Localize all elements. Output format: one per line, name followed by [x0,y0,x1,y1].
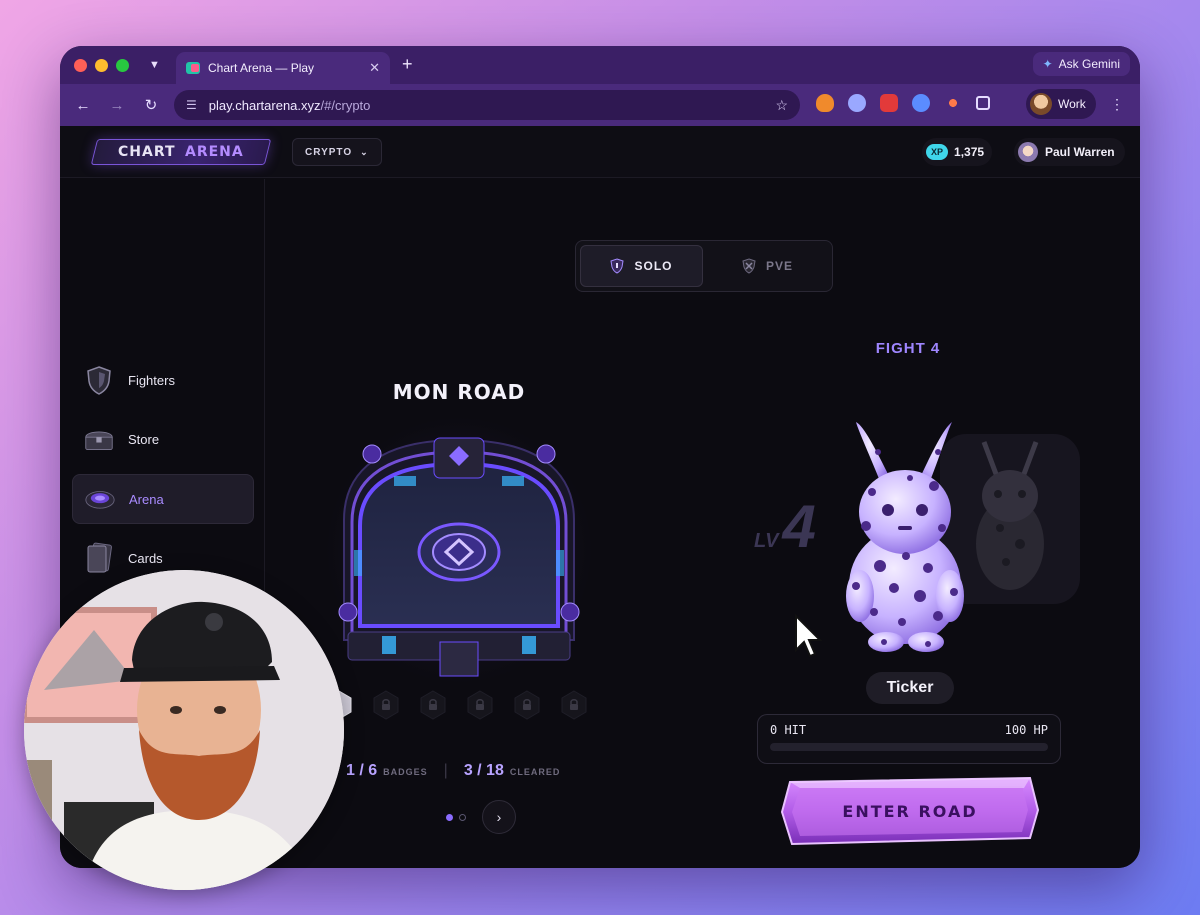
next-road-button[interactable]: › [482,800,516,834]
mode-pve-label: PVE [765,259,793,273]
close-window-button[interactable] [74,58,87,72]
chest-icon [84,424,114,454]
favicon-icon [186,62,200,74]
sidebar-item-label: Store [128,431,160,447]
enter-road-label: ENTER ROAD [842,802,977,821]
sidebar-item-fighters[interactable]: Fighters [72,355,254,405]
road-title: MON ROAD [392,380,526,404]
market-selector[interactable]: CRYPTO ⌄ [292,138,382,166]
xp-counter: XP 1,375 [922,138,993,166]
webcam-overlay [24,570,344,890]
mode-toggle: SOLO PVE [575,240,833,292]
burst-extension-icon[interactable] [944,94,962,112]
sidebar-item-label: Arena [129,491,164,507]
sidebar-item-label: Cards [128,550,163,566]
reload-icon[interactable]: ↻ [134,96,168,114]
tab-search-chevron-icon[interactable]: ▼ [149,59,160,71]
user-menu[interactable]: Paul Warren [1014,138,1125,166]
ask-gemini-button[interactable]: ✦ Ask Gemini [1032,52,1130,76]
badge-locked [467,690,493,720]
badges-label: BADGES [383,767,428,777]
opponent-name: Ticker [866,672,954,704]
shield-icon [84,365,114,395]
back-arrow-icon[interactable]: ← [66,97,100,114]
extensions-bar [816,94,990,112]
badge-locked [561,690,587,720]
window-controls [74,58,129,72]
level-indicator: LV4 [754,492,816,561]
sidebar-item-label: Fighters [128,372,175,388]
badges-value: 1 / 6 [346,762,378,779]
solo-shield-icon [610,258,625,274]
user-name: Paul Warren [1045,145,1115,159]
market-selector-label: CRYPTO [305,146,353,158]
hp-panel: 0 HIT 100 HP [757,714,1061,764]
arena-icon [85,484,115,514]
road-progress-stats: 1 / 6 BADGES | 3 / 18 CLEARED [346,762,560,780]
browser-tab-active[interactable]: Chart Arena — Play ✕ [176,52,390,84]
mouse-cursor-icon [795,614,823,658]
tab-close-icon[interactable]: ✕ [369,60,380,76]
bookmark-star-icon[interactable]: ☆ [775,97,788,114]
metamask-fox-icon[interactable] [816,94,834,112]
hit-progress-bar [770,743,1048,751]
badge-locked [514,690,540,720]
tab-strip: ▼ Chart Arena — Play ✕ + ✦ Ask Gemini [60,46,1140,84]
xp-badge: XP [926,144,949,160]
cleared-label: CLEARED [509,767,561,777]
arena-illustration[interactable] [322,410,596,688]
page-dot[interactable] [459,813,466,821]
minimize-window-button[interactable] [95,58,108,72]
level-prefix: LV [754,530,779,552]
chevron-down-icon: ⌄ [360,146,369,157]
stats-divider: | [443,762,448,779]
enter-road-button[interactable]: ENTER ROAD [778,774,1042,848]
app-header: CHART ARENA CRYPTO ⌄ XP 1,375 Paul Warre… [60,126,1140,178]
sidebar-item-store[interactable]: Store [72,414,254,464]
address-bar[interactable]: ☰ play.chartarena.xyz/#/crypto ☆ [174,90,800,120]
ask-gemini-label: Ask Gemini [1058,57,1120,71]
gemini-sparkle-icon: ✦ [1042,57,1053,71]
chart-arena-logo[interactable]: CHART ARENA [90,139,272,165]
profile-button[interactable]: Work [1026,89,1096,119]
page-dot-active[interactable] [446,813,453,821]
badge-row [326,690,587,720]
cards-icon [84,542,114,573]
opponent-creature[interactable] [830,416,980,656]
url-path: /#/crypto [320,97,371,113]
mode-solo-button[interactable]: SOLO [580,245,703,287]
tab-title: Chart Arena — Play [208,61,315,75]
site-settings-icon[interactable]: ☰ [186,98,197,112]
cleared-value: 3 / 18 [463,762,504,779]
red-extension-icon[interactable] [880,94,898,112]
blue-extension-icon[interactable] [912,94,930,112]
hp-value: 100 HP [1004,723,1048,737]
user-avatar [1018,142,1038,162]
level-number: 4 [782,493,816,560]
profile-avatar [1030,93,1052,115]
ghost-extension-icon[interactable] [848,94,866,112]
mode-solo-label: SOLO [634,259,673,273]
sidebar-item-arena[interactable]: Arena [72,474,254,524]
mode-pve-button[interactable]: PVE [707,245,828,287]
pve-shield-icon [742,258,756,274]
browser-menu-icon[interactable]: ⋮ [1110,96,1124,113]
badge-locked [420,690,446,720]
maximize-window-button[interactable] [116,58,129,72]
logo-word-left: CHART [117,144,176,160]
forward-arrow-icon[interactable]: → [100,97,134,114]
xp-value: 1,375 [954,145,985,159]
fight-label: FIGHT 4 [875,340,941,357]
browser-toolbar: ← → ↻ ☰ play.chartarena.xyz/#/crypto ☆ W… [60,84,1140,126]
extensions-puzzle-icon[interactable] [976,96,990,110]
badge-locked [373,690,399,720]
new-tab-button[interactable]: + [402,54,413,75]
profile-label: Work [1058,97,1086,111]
url-host: play.chartarena.xyz [208,97,321,113]
road-pager: › [446,800,516,834]
hit-counter: 0 HIT [770,723,807,737]
logo-word-right: ARENA [185,144,245,160]
